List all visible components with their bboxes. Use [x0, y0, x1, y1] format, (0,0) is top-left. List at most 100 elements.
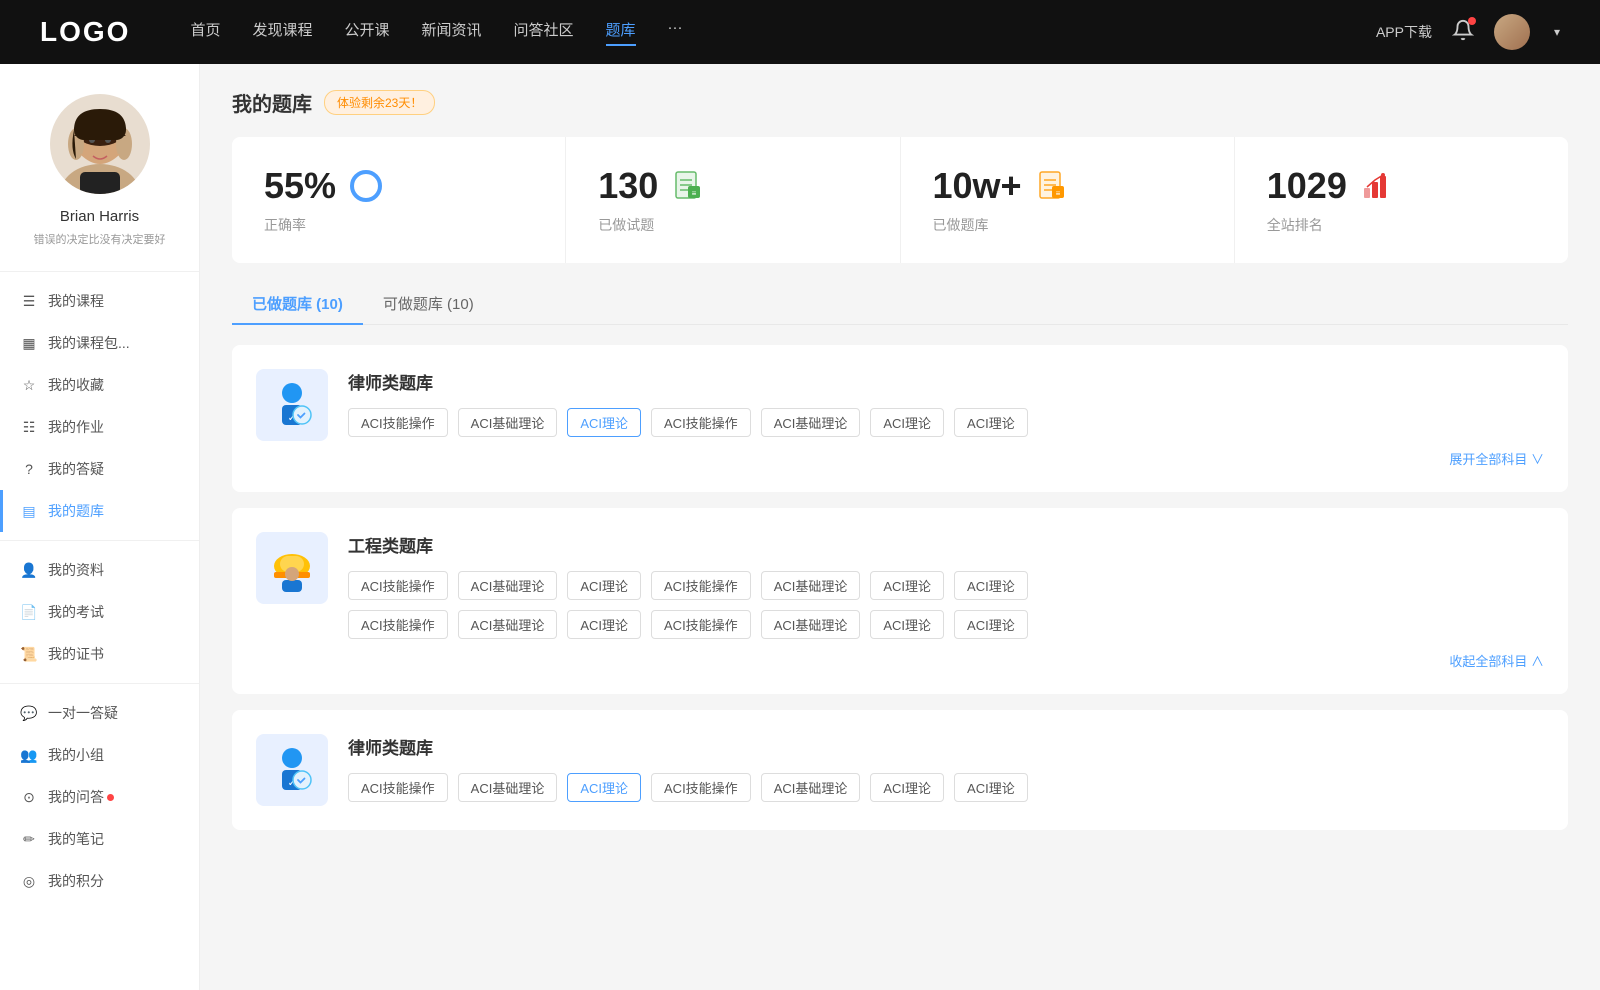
- bank-1-expand[interactable]: 展开全部科目 ∨: [348, 449, 1544, 468]
- bank-2-tag-r1-4[interactable]: ACI基础理论: [761, 571, 861, 600]
- chevron-down-icon[interactable]: ▾: [1554, 25, 1560, 39]
- stat-done-questions: 130 ≡ 已做试题: [566, 137, 900, 263]
- lawyer-icon-2: ✓: [266, 744, 318, 796]
- sidebar-label-my-points: 我的积分: [48, 871, 104, 891]
- bank-2-tag-r2-5[interactable]: ACI理论: [870, 610, 944, 639]
- sidebar-item-my-notes[interactable]: ✏ 我的笔记: [0, 818, 199, 860]
- sidebar-label-my-group: 我的小组: [48, 745, 104, 765]
- stat-rank: 1029 全站排名: [1235, 137, 1568, 263]
- sidebar-item-my-package[interactable]: ▦ 我的课程包...: [0, 322, 199, 364]
- answers-notification-dot: [107, 794, 114, 801]
- sidebar-label-my-cert: 我的证书: [48, 644, 104, 664]
- points-icon: ◎: [20, 872, 38, 890]
- bank-2-icon-wrap: [256, 532, 328, 604]
- bank-2-tag-r1-3[interactable]: ACI技能操作: [651, 571, 751, 600]
- sidebar-item-one-on-one[interactable]: 💬 一对一答疑: [0, 692, 199, 734]
- bank-card-2: 工程类题库 ACI技能操作 ACI基础理论 ACI理论 ACI技能操作 ACI基…: [232, 508, 1568, 694]
- nav-home[interactable]: 首页: [190, 19, 220, 46]
- avatar[interactable]: [1494, 14, 1530, 50]
- question-icon: ?: [20, 460, 38, 478]
- bank-1-tag-4[interactable]: ACI基础理论: [761, 408, 861, 437]
- bank-2-tag-r2-4[interactable]: ACI基础理论: [761, 610, 861, 639]
- sidebar-label-my-bank: 我的题库: [48, 501, 104, 521]
- notification-dot: [1468, 17, 1476, 25]
- exam-icon: 📄: [20, 603, 38, 621]
- nav-news[interactable]: 新闻资讯: [422, 19, 482, 46]
- cert-icon: 📜: [20, 645, 38, 663]
- sidebar-item-my-homework[interactable]: ☷ 我的作业: [0, 406, 199, 448]
- bank-1-name: 律师类题库: [348, 369, 1544, 394]
- sidebar-profile: Brian Harris 错误的决定比没有决定要好: [0, 64, 199, 263]
- bank-1-tag-6[interactable]: ACI理论: [954, 408, 1028, 437]
- stat-done-label: 已做试题: [598, 215, 867, 235]
- bank-1-tag-1[interactable]: ACI基础理论: [458, 408, 558, 437]
- bank-1-tag-2[interactable]: ACI理论: [567, 408, 641, 437]
- bank-2-tag-r1-1[interactable]: ACI基础理论: [458, 571, 558, 600]
- bank-3-icon-wrap: ✓: [256, 734, 328, 806]
- sidebar-item-my-group[interactable]: 👥 我的小组: [0, 734, 199, 776]
- bank-2-tag-r1-5[interactable]: ACI理论: [870, 571, 944, 600]
- sidebar-item-my-cert[interactable]: 📜 我的证书: [0, 633, 199, 675]
- sidebar-item-my-question[interactable]: ? 我的答疑: [0, 448, 199, 490]
- bank-3-tag-4[interactable]: ACI基础理论: [761, 773, 861, 802]
- doc-orange-icon: ≡: [1034, 168, 1070, 204]
- layout: Brian Harris 错误的决定比没有决定要好 ☰ 我的课程 ▦ 我的课程包…: [0, 64, 1600, 990]
- bank-1-tag-0[interactable]: ACI技能操作: [348, 408, 448, 437]
- notes-icon: ✏: [20, 830, 38, 848]
- sidebar-label-one-on-one: 一对一答疑: [48, 703, 118, 723]
- nav-bank[interactable]: 题库: [606, 19, 636, 46]
- bank-3-tag-1[interactable]: ACI基础理论: [458, 773, 558, 802]
- nav-opencourse[interactable]: 公开课: [344, 19, 389, 46]
- stat-banks-value: 10w+: [933, 165, 1022, 207]
- trial-badge: 体验剩余23天！: [324, 90, 435, 115]
- sidebar-item-my-points[interactable]: ◎ 我的积分: [0, 860, 199, 902]
- tab-available[interactable]: 可做题库 (10): [363, 283, 494, 324]
- sidebar-item-my-exam[interactable]: 📄 我的考试: [0, 591, 199, 633]
- accuracy-chart: [348, 168, 384, 204]
- stat-accuracy-value: 55%: [264, 165, 336, 207]
- avatar-image: [50, 94, 150, 194]
- stat-rank-top: 1029: [1267, 165, 1536, 207]
- bank-3-tag-2[interactable]: ACI理论: [567, 773, 641, 802]
- bank-3-tag-6[interactable]: ACI理论: [954, 773, 1028, 802]
- stat-rank-label: 全站排名: [1267, 215, 1536, 235]
- sidebar-label-my-question: 我的答疑: [48, 459, 104, 479]
- bank-2-tag-r1-6[interactable]: ACI理论: [954, 571, 1028, 600]
- sidebar-item-my-course[interactable]: ☰ 我的课程: [0, 280, 199, 322]
- sidebar-item-my-answers[interactable]: ⊙ 我的问答: [0, 776, 199, 818]
- sidebar: Brian Harris 错误的决定比没有决定要好 ☰ 我的课程 ▦ 我的课程包…: [0, 64, 200, 990]
- bank-2-tag-r1-0[interactable]: ACI技能操作: [348, 571, 448, 600]
- bank-icon: ▤: [20, 502, 38, 520]
- sidebar-label-my-exam: 我的考试: [48, 602, 104, 622]
- bank-2-collapse[interactable]: 收起全部科目 ∧: [348, 651, 1544, 670]
- bank-2-tag-r2-6[interactable]: ACI理论: [954, 610, 1028, 639]
- sidebar-divider-1: [0, 271, 199, 272]
- navbar-right: APP下载 ▾: [1376, 14, 1560, 50]
- bank-3-tags: ACI技能操作 ACI基础理论 ACI理论 ACI技能操作 ACI基础理论 AC…: [348, 773, 1544, 802]
- bank-card-3: ✓ 律师类题库 ACI技能操作 ACI基础理论 ACI理论 ACI技能操作 AC…: [232, 710, 1568, 830]
- bank-2-tag-r2-3[interactable]: ACI技能操作: [651, 610, 751, 639]
- bank-2-tag-r1-2[interactable]: ACI理论: [567, 571, 641, 600]
- bank-2-tag-r2-1[interactable]: ACI基础理论: [458, 610, 558, 639]
- bank-1-tag-3[interactable]: ACI技能操作: [651, 408, 751, 437]
- bank-3-tag-0[interactable]: ACI技能操作: [348, 773, 448, 802]
- profile-avatar: [50, 94, 150, 194]
- sidebar-item-my-profile[interactable]: 👤 我的资料: [0, 549, 199, 591]
- bank-3-tag-5[interactable]: ACI理论: [870, 773, 944, 802]
- bank-2-tag-r2-0[interactable]: ACI技能操作: [348, 610, 448, 639]
- nav-more[interactable]: ···: [668, 19, 683, 46]
- sidebar-item-my-bank[interactable]: ▤ 我的题库: [0, 490, 199, 532]
- sidebar-item-my-collect[interactable]: ☆ 我的收藏: [0, 364, 199, 406]
- bank-1-tag-5[interactable]: ACI理论: [870, 408, 944, 437]
- bank-3-tag-3[interactable]: ACI技能操作: [651, 773, 751, 802]
- app-download-button[interactable]: APP下载: [1376, 22, 1432, 42]
- bank-3-header: ✓ 律师类题库 ACI技能操作 ACI基础理论 ACI理论 ACI技能操作 AC…: [256, 734, 1544, 806]
- nav-qa[interactable]: 问答社区: [514, 19, 574, 46]
- bank-2-tag-r2-2[interactable]: ACI理论: [567, 610, 641, 639]
- bank-2-header: 工程类题库 ACI技能操作 ACI基础理论 ACI理论 ACI技能操作 ACI基…: [256, 532, 1544, 670]
- tab-done[interactable]: 已做题库 (10): [232, 283, 363, 324]
- bank-1-info: 律师类题库 ACI技能操作 ACI基础理论 ACI理论 ACI技能操作 ACI基…: [348, 369, 1544, 468]
- bank-3-info: 律师类题库 ACI技能操作 ACI基础理论 ACI理论 ACI技能操作 ACI基…: [348, 734, 1544, 802]
- nav-discover[interactable]: 发现课程: [252, 19, 312, 46]
- notification-bell[interactable]: [1452, 19, 1474, 46]
